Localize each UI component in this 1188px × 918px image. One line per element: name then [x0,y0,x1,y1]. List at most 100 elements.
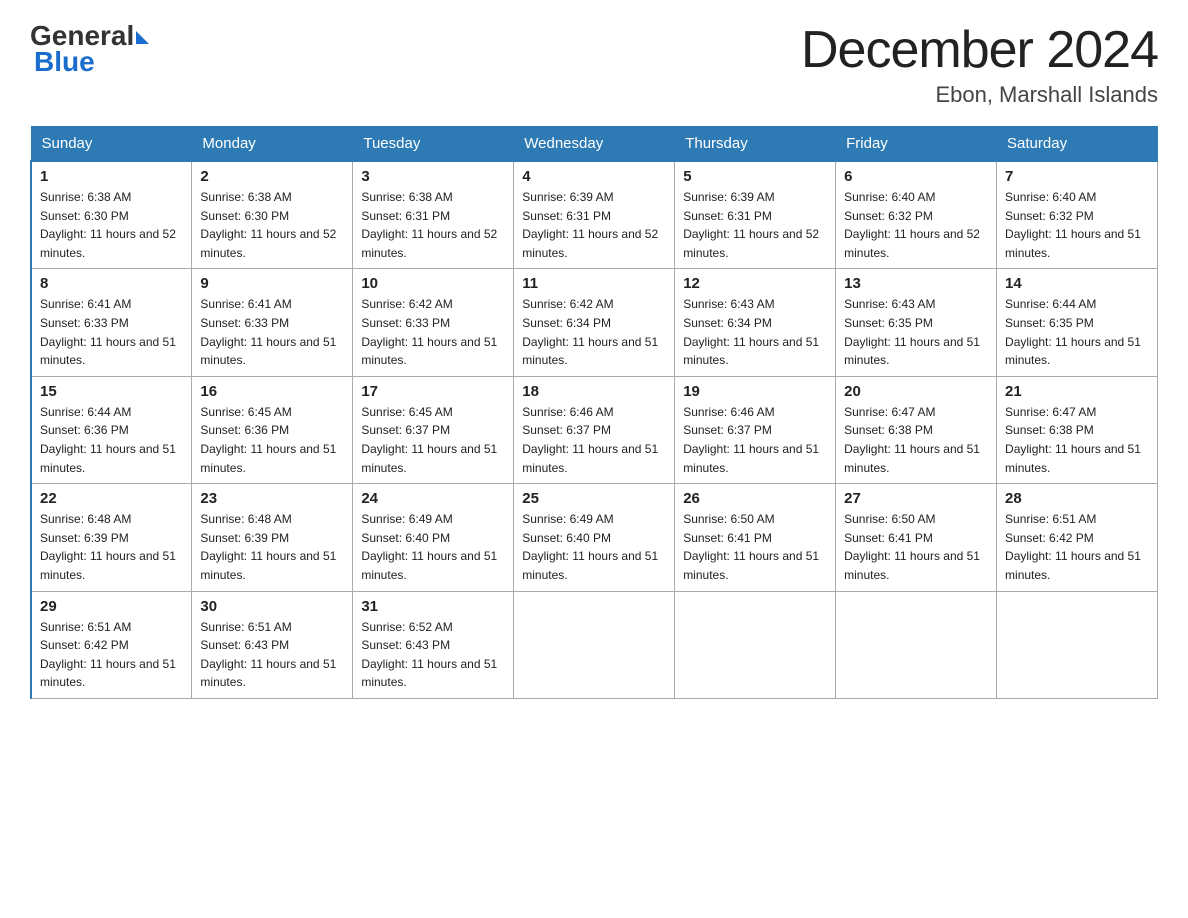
day-number: 5 [683,168,827,185]
day-number: 14 [1005,275,1149,292]
day-info: Sunrise: 6:51 AMSunset: 6:43 PMDaylight:… [200,618,344,692]
day-info: Sunrise: 6:42 AMSunset: 6:33 PMDaylight:… [361,295,505,369]
calendar-week-row: 22 Sunrise: 6:48 AMSunset: 6:39 PMDayligh… [31,484,1158,591]
day-info: Sunrise: 6:47 AMSunset: 6:38 PMDaylight:… [1005,403,1149,477]
table-row: 30 Sunrise: 6:51 AMSunset: 6:43 PMDayligh… [192,591,353,698]
day-number: 23 [200,490,344,507]
col-thursday: Thursday [675,127,836,162]
day-info: Sunrise: 6:38 AMSunset: 6:31 PMDaylight:… [361,188,505,262]
table-row: 7Sunrise: 6:40 AMSunset: 6:32 PMDaylight… [997,161,1158,269]
table-row [836,591,997,698]
table-row: 26Sunrise: 6:50 AMSunset: 6:41 PMDayligh… [675,484,836,591]
table-row: 13 Sunrise: 6:43 AMSunset: 6:35 PMDayligh… [836,269,997,376]
day-number: 7 [1005,168,1149,185]
calendar-header-row: Sunday Monday Tuesday Wednesday Thursday… [31,127,1158,162]
table-row: 19Sunrise: 6:46 AMSunset: 6:37 PMDayligh… [675,376,836,483]
day-number: 25 [522,490,666,507]
table-row: 14 Sunrise: 6:44 AMSunset: 6:35 PMDayligh… [997,269,1158,376]
calendar-table: Sunday Monday Tuesday Wednesday Thursday… [30,126,1158,699]
calendar-week-row: 8 Sunrise: 6:41 AMSunset: 6:33 PMDaylight… [31,269,1158,376]
day-number: 22 [40,490,183,507]
table-row: 18 Sunrise: 6:46 AMSunset: 6:37 PMDayligh… [514,376,675,483]
table-row: 4 Sunrise: 6:39 AMSunset: 6:31 PMDaylight… [514,161,675,269]
day-number: 6 [844,168,988,185]
day-number: 13 [844,275,988,292]
logo: General Blue [30,20,149,78]
day-info: Sunrise: 6:46 AMSunset: 6:37 PMDaylight:… [522,403,666,477]
day-info: Sunrise: 6:39 AMSunset: 6:31 PMDaylight:… [683,188,827,262]
day-info: Sunrise: 6:44 AMSunset: 6:35 PMDaylight:… [1005,295,1149,369]
day-number: 29 [40,598,183,615]
day-number: 9 [200,275,344,292]
table-row: 31 Sunrise: 6:52 AMSunset: 6:43 PMDayligh… [353,591,514,698]
day-number: 30 [200,598,344,615]
day-info: Sunrise: 6:48 AMSunset: 6:39 PMDaylight:… [40,510,183,584]
page-header: General Blue December 2024 Ebon, Marshal… [30,20,1158,108]
table-row: 27Sunrise: 6:50 AMSunset: 6:41 PMDayligh… [836,484,997,591]
table-row: 21Sunrise: 6:47 AMSunset: 6:38 PMDayligh… [997,376,1158,483]
table-row: 24 Sunrise: 6:49 AMSunset: 6:40 PMDayligh… [353,484,514,591]
table-row [997,591,1158,698]
day-info: Sunrise: 6:44 AMSunset: 6:36 PMDaylight:… [40,403,183,477]
day-number: 24 [361,490,505,507]
table-row: 17Sunrise: 6:45 AMSunset: 6:37 PMDayligh… [353,376,514,483]
location-title: Ebon, Marshall Islands [801,82,1158,108]
table-row: 22 Sunrise: 6:48 AMSunset: 6:39 PMDayligh… [31,484,192,591]
day-number: 28 [1005,490,1149,507]
col-wednesday: Wednesday [514,127,675,162]
day-number: 11 [522,275,666,292]
day-info: Sunrise: 6:48 AMSunset: 6:39 PMDaylight:… [200,510,344,584]
table-row: 20 Sunrise: 6:47 AMSunset: 6:38 PMDayligh… [836,376,997,483]
day-info: Sunrise: 6:49 AMSunset: 6:40 PMDaylight:… [361,510,505,584]
col-friday: Friday [836,127,997,162]
calendar-week-row: 29 Sunrise: 6:51 AMSunset: 6:42 PMDayligh… [31,591,1158,698]
day-info: Sunrise: 6:50 AMSunset: 6:41 PMDaylight:… [844,510,988,584]
day-info: Sunrise: 6:52 AMSunset: 6:43 PMDaylight:… [361,618,505,692]
day-number: 26 [683,490,827,507]
table-row: 25 Sunrise: 6:49 AMSunset: 6:40 PMDayligh… [514,484,675,591]
day-number: 3 [361,168,505,185]
day-number: 1 [40,168,183,185]
table-row: 8Sunrise: 6:41 AMSunset: 6:33 PMDaylight… [31,269,192,376]
table-row: 23 Sunrise: 6:48 AMSunset: 6:39 PMDayligh… [192,484,353,591]
table-row: 9 Sunrise: 6:41 AMSunset: 6:33 PMDaylight… [192,269,353,376]
month-title: December 2024 [801,20,1158,80]
day-info: Sunrise: 6:51 AMSunset: 6:42 PMDaylight:… [40,618,183,692]
day-number: 10 [361,275,505,292]
day-number: 4 [522,168,666,185]
day-number: 18 [522,383,666,400]
day-number: 19 [683,383,827,400]
day-info: Sunrise: 6:43 AMSunset: 6:35 PMDaylight:… [844,295,988,369]
table-row: 10 Sunrise: 6:42 AMSunset: 6:33 PMDayligh… [353,269,514,376]
day-number: 31 [361,598,505,615]
col-monday: Monday [192,127,353,162]
day-info: Sunrise: 6:39 AMSunset: 6:31 PMDaylight:… [522,188,666,262]
day-info: Sunrise: 6:43 AMSunset: 6:34 PMDaylight:… [683,295,827,369]
table-row: 29 Sunrise: 6:51 AMSunset: 6:42 PMDayligh… [31,591,192,698]
day-info: Sunrise: 6:40 AMSunset: 6:32 PMDaylight:… [844,188,988,262]
table-row: 2 Sunrise: 6:38 AMSunset: 6:30 PMDaylight… [192,161,353,269]
day-number: 8 [40,275,183,292]
day-info: Sunrise: 6:41 AMSunset: 6:33 PMDaylight:… [200,295,344,369]
table-row [675,591,836,698]
calendar-week-row: 15 Sunrise: 6:44 AMSunset: 6:36 PMDayligh… [31,376,1158,483]
day-info: Sunrise: 6:51 AMSunset: 6:42 PMDaylight:… [1005,510,1149,584]
day-number: 12 [683,275,827,292]
day-info: Sunrise: 6:42 AMSunset: 6:34 PMDaylight:… [522,295,666,369]
table-row: 12 Sunrise: 6:43 AMSunset: 6:34 PMDayligh… [675,269,836,376]
table-row: 28 Sunrise: 6:51 AMSunset: 6:42 PMDayligh… [997,484,1158,591]
day-info: Sunrise: 6:45 AMSunset: 6:37 PMDaylight:… [361,403,505,477]
table-row: 15 Sunrise: 6:44 AMSunset: 6:36 PMDayligh… [31,376,192,483]
day-info: Sunrise: 6:47 AMSunset: 6:38 PMDaylight:… [844,403,988,477]
day-number: 15 [40,383,183,400]
day-number: 20 [844,383,988,400]
table-row: 5 Sunrise: 6:39 AMSunset: 6:31 PMDaylight… [675,161,836,269]
day-number: 2 [200,168,344,185]
day-info: Sunrise: 6:49 AMSunset: 6:40 PMDaylight:… [522,510,666,584]
day-info: Sunrise: 6:38 AMSunset: 6:30 PMDaylight:… [40,188,183,262]
col-saturday: Saturday [997,127,1158,162]
table-row: 3 Sunrise: 6:38 AMSunset: 6:31 PMDaylight… [353,161,514,269]
day-info: Sunrise: 6:38 AMSunset: 6:30 PMDaylight:… [200,188,344,262]
title-area: December 2024 Ebon, Marshall Islands [801,20,1158,108]
table-row [514,591,675,698]
